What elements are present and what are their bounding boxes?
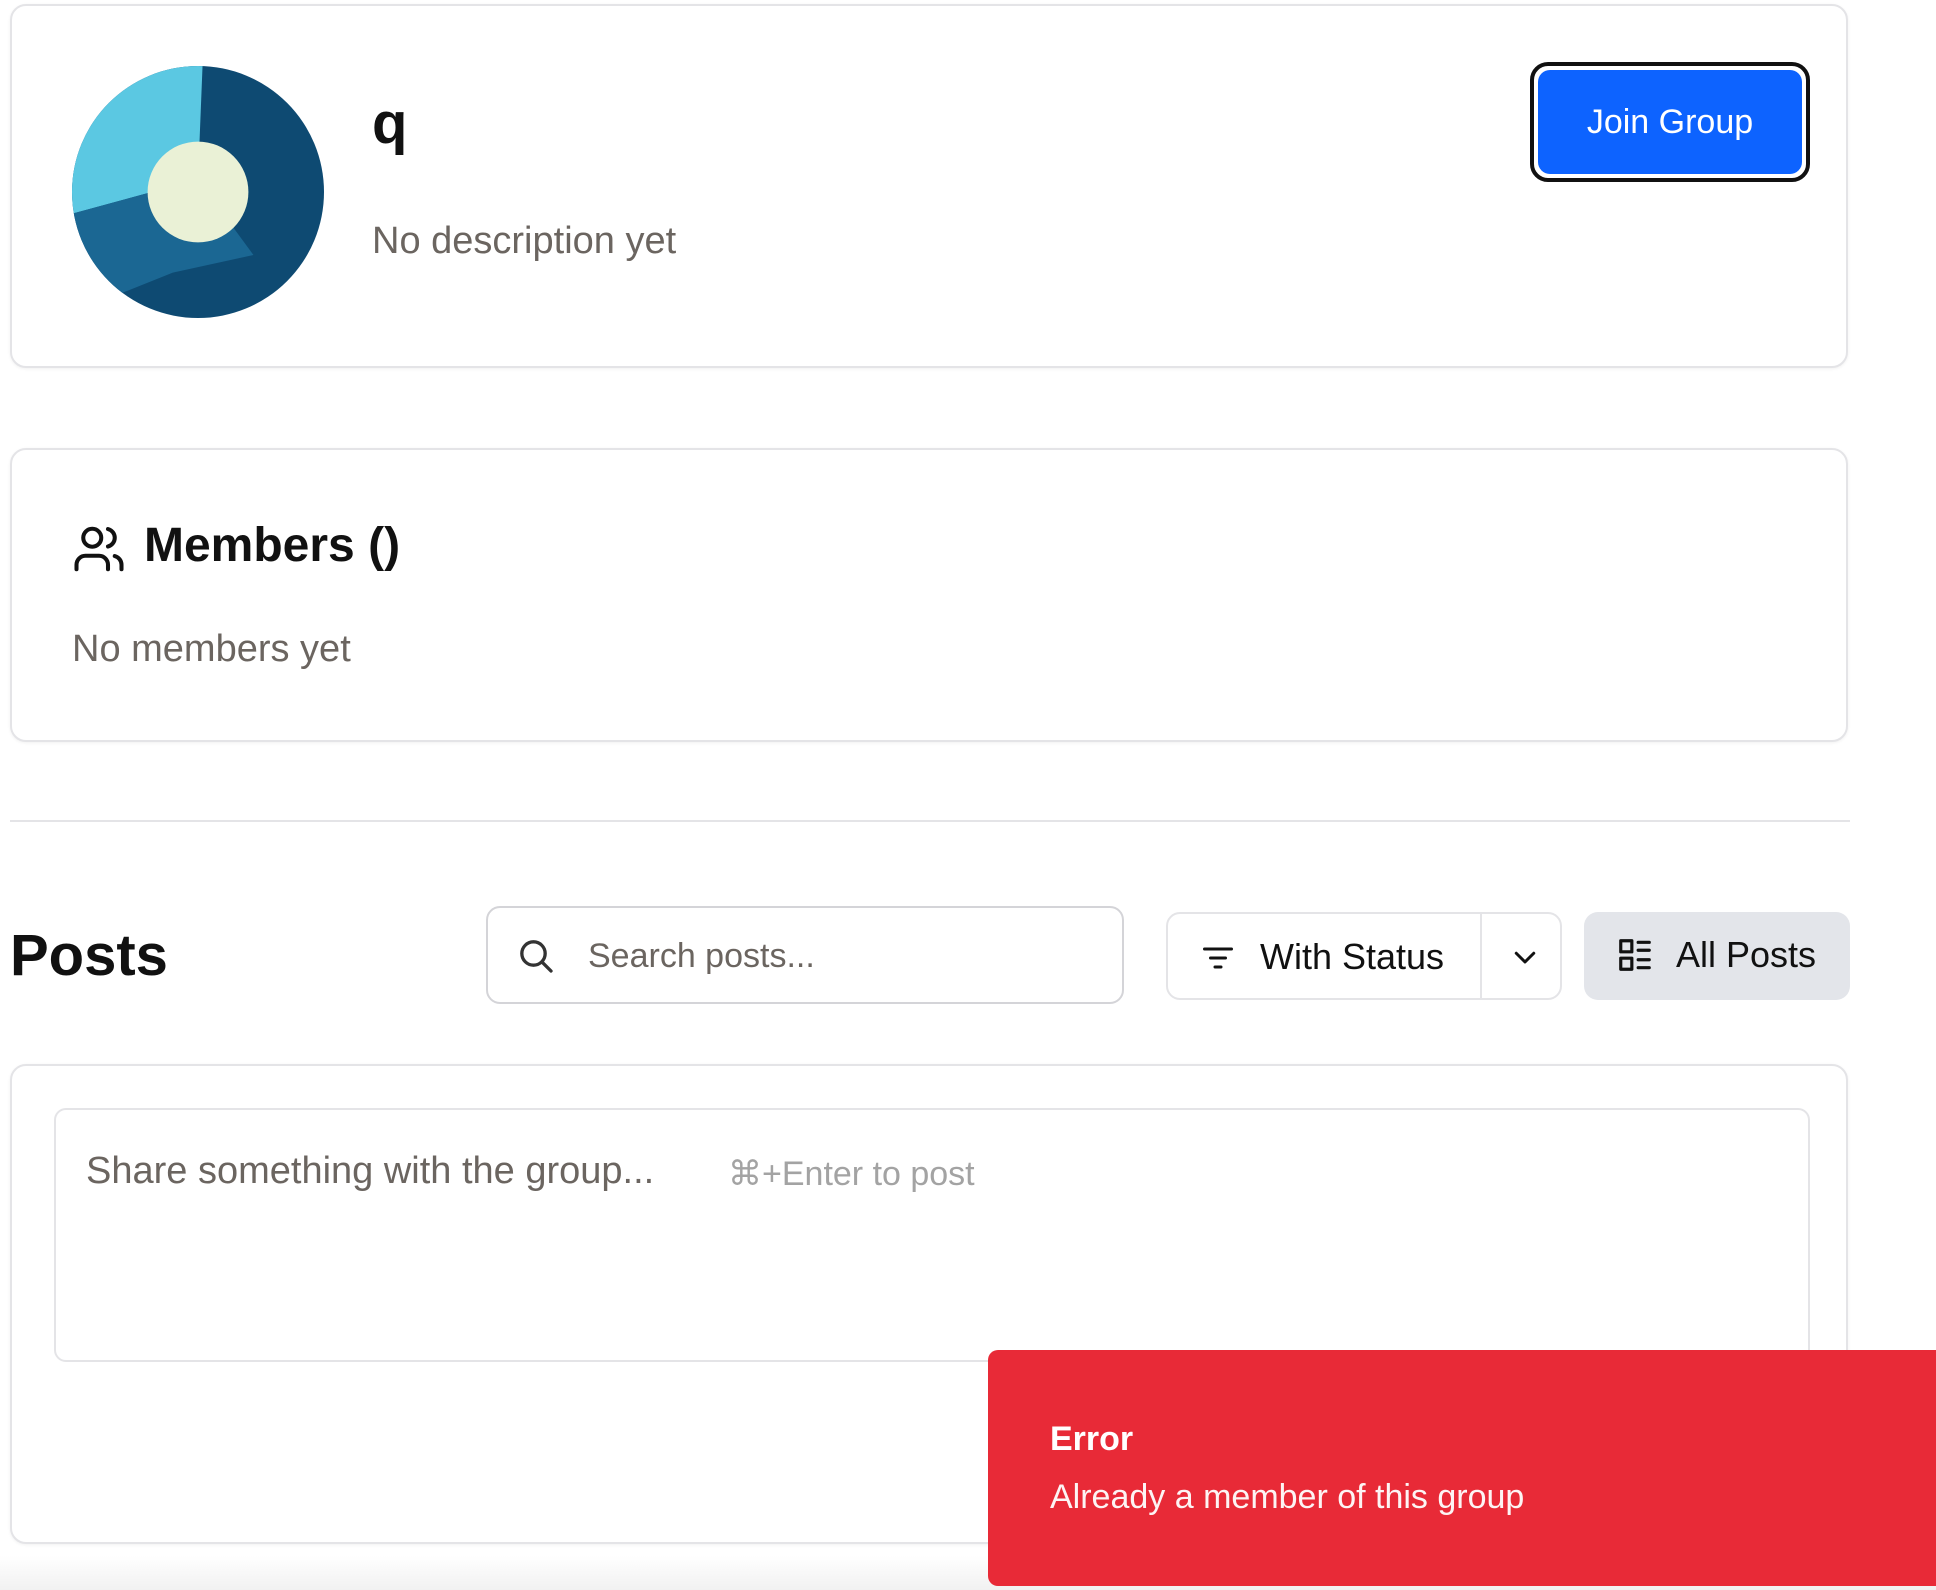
group-header-card: q No description yet Join Group [10,4,1848,368]
group-avatar [72,66,324,318]
members-empty-text: No members yet [72,628,351,670]
members-title: Members () [144,519,401,572]
error-toast[interactable]: Error Already a member of this group [988,1350,1936,1586]
all-posts-label: All Posts [1676,934,1817,975]
search-box[interactable] [486,906,1124,1004]
posts-title: Posts [10,923,168,988]
chevron-down-icon [1514,951,1536,964]
members-card: Members () No members yet [10,448,1848,742]
section-divider [10,820,1850,822]
group-name: q [372,91,408,156]
status-filter-dropdown-button[interactable] [1482,914,1560,998]
toast-title: Error [1050,1420,1134,1458]
status-filter-button[interactable]: With Status [1168,914,1480,998]
users-icon [74,526,124,572]
status-filter-group: With Status [1166,912,1562,1000]
composer-shortcut-hint: ⌘+Enter to post [728,1155,975,1193]
join-group-button[interactable]: Join Group [1530,62,1810,182]
list-view-icon [1619,939,1651,971]
join-group-label: Join Group [1538,70,1802,174]
composer-placeholder: Share something with the group... [86,1150,655,1192]
toast-message: Already a member of this group [1050,1478,1525,1516]
filter-icon [1203,947,1233,969]
post-composer[interactable]: Share something with the group... ⌘+Ente… [54,1108,1810,1362]
search-input[interactable] [586,908,1090,1004]
all-posts-button[interactable]: All Posts [1584,912,1850,1000]
group-description: No description yet [372,220,677,262]
status-filter-label: With Status [1260,936,1445,977]
search-icon [520,940,553,973]
